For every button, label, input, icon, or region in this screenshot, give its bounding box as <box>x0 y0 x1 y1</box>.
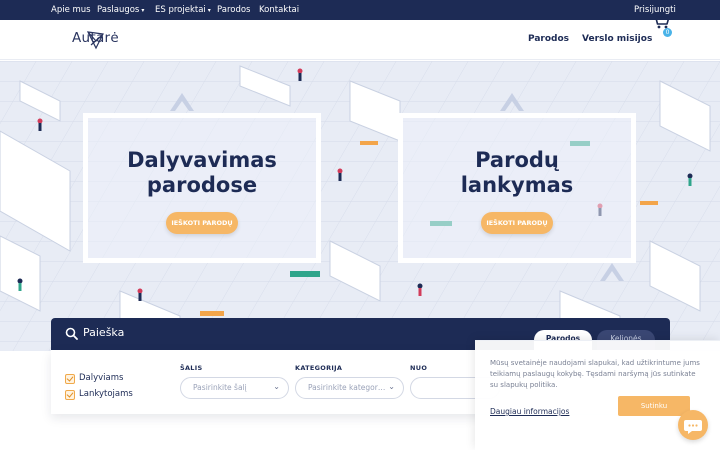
card-participation-title-line1: Dalyvavimas <box>127 148 277 172</box>
main-header: Autarė Parodos Verslo misijos <box>0 20 720 60</box>
category-placeholder: Pasirinkite kategoriją <box>308 383 386 392</box>
topnav-about[interactable]: Apie mus <box>51 0 91 20</box>
country-select[interactable]: Pasirinkite šalį ⌄ <box>180 377 289 399</box>
topnav-services[interactable]: Paslaugos ▾ <box>97 0 144 20</box>
search-exhibitions-button[interactable]: IEŠKOTI PARODŲ <box>481 212 553 234</box>
topnav-exhibitions[interactable]: Parodos <box>217 0 251 20</box>
participants-checkbox[interactable] <box>65 374 75 384</box>
card-visiting-title-line2: lankymas <box>460 173 574 197</box>
card-visiting: Parodų lankymas IEŠKOTI PARODŲ <box>398 113 636 263</box>
card-participation-title-line2: parodose <box>146 173 258 197</box>
visitors-checkbox[interactable] <box>65 390 75 400</box>
country-label: ŠALIS <box>180 364 203 372</box>
visitors-checkbox-label[interactable]: Lankytojams <box>79 389 133 399</box>
hero-banner: Dalyvavimas parodose IEŠKOTI PARODŲ Paro… <box>0 61 720 351</box>
chevron-down-icon: ▾ <box>141 7 145 14</box>
chat-button[interactable] <box>678 410 708 440</box>
card-visiting-title: Parodų lankymas <box>403 148 631 198</box>
topnav-eu-projects-label: ES projektai <box>155 5 206 15</box>
chevron-down-icon: ⌄ <box>388 382 395 391</box>
cookie-more-info-link[interactable]: Daugiau informacijos <box>490 407 569 416</box>
logo-text: Autarė <box>72 30 120 46</box>
participants-checkbox-label[interactable]: Dalyviams <box>79 373 123 383</box>
category-label: KATEGORIJA <box>295 364 343 372</box>
category-select[interactable]: Pasirinkite kategoriją ⌄ <box>295 377 404 399</box>
topnav-services-label: Paslaugos <box>97 5 140 15</box>
nav-exhibitions[interactable]: Parodos <box>528 34 569 44</box>
search-title: Paieška <box>83 326 125 339</box>
card-visiting-title-line1: Parodų <box>475 148 559 172</box>
search-icon <box>65 327 78 340</box>
chevron-down-icon: ▾ <box>207 7 211 14</box>
topnav-eu-projects[interactable]: ES projektai ▾ <box>155 0 211 20</box>
card-participation-title: Dalyvavimas parodose <box>88 148 316 198</box>
cookie-text: Mūsų svetainėje naudojami slapukai, kad … <box>490 359 700 389</box>
chat-icon <box>684 420 702 434</box>
topnav-contacts[interactable]: Kontaktai <box>259 0 299 20</box>
chevron-down-icon: ⌄ <box>273 382 280 391</box>
cart-count-badge: 0 <box>663 28 672 37</box>
search-exhibitions-button[interactable]: IEŠKOTI PARODŲ <box>166 212 238 234</box>
from-date-label: NUO <box>410 364 428 372</box>
top-bar: Apie mus Paslaugos ▾ ES projektai ▾ Parodo… <box>0 0 720 20</box>
country-placeholder: Pasirinkite šalį <box>193 383 247 392</box>
card-participation: Dalyvavimas parodose IEŠKOTI PARODŲ <box>83 113 321 263</box>
nav-business-missions[interactable]: Verslo misijos <box>582 34 652 44</box>
